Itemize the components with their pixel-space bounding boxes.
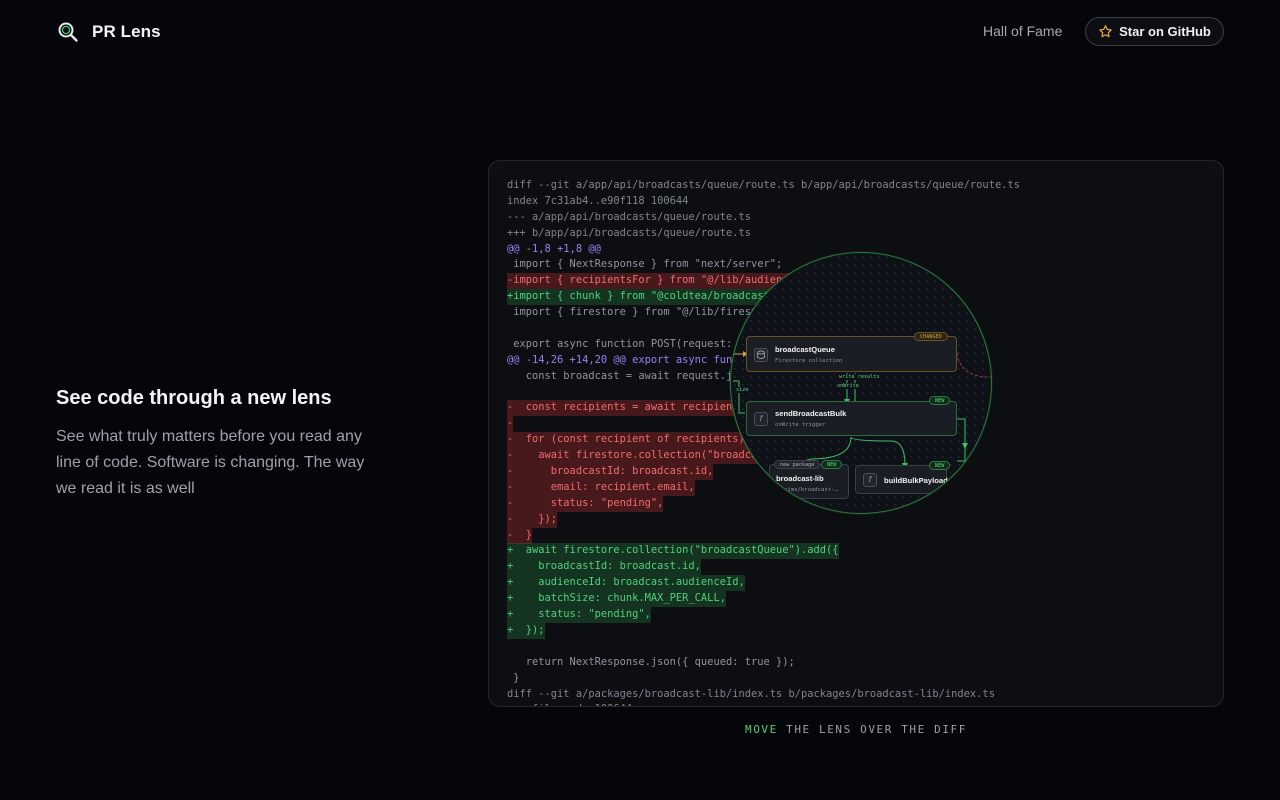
diff-line-del: - }); bbox=[507, 511, 1020, 528]
edge-label-on-write: onWrite bbox=[835, 383, 861, 389]
diff-line-text: + broadcastId: broadcast.id, bbox=[507, 559, 701, 576]
magnifier-icon bbox=[58, 22, 78, 42]
diff-line-text: diff --git a/app/api/broadcasts/queue/ro… bbox=[507, 179, 1020, 191]
diff-line-text: +++ b/app/api/broadcasts/queue/route.ts bbox=[507, 226, 751, 239]
hint-text: THE LENS OVER THE DIFF bbox=[777, 723, 967, 736]
diff-line-text: new file mode 100644 bbox=[507, 702, 632, 706]
brand-name: PR Lens bbox=[92, 22, 161, 41]
diff-line-meta: diff --git a/packages/broadcast-lib/inde… bbox=[507, 687, 1020, 703]
new-badge: NEW bbox=[929, 461, 951, 470]
nav-link-hall-of-fame[interactable]: Hall of Fame bbox=[983, 23, 1062, 39]
changed-badge: CHANGED bbox=[914, 332, 948, 341]
diff-line-ctx bbox=[507, 639, 1020, 655]
diff-line-text: diff --git a/packages/broadcast-lib/inde… bbox=[507, 687, 995, 700]
diff-line-meta: diff --git a/app/api/broadcasts/queue/ro… bbox=[507, 178, 1020, 194]
diff-line-ctx: return NextResponse.json({ queued: true … bbox=[507, 655, 1020, 671]
function-icon: f bbox=[863, 473, 877, 487]
node-subtitle: Firestore collection bbox=[775, 358, 843, 364]
diff-line-add: + await firestore.collection("broadcastQ… bbox=[507, 543, 1020, 560]
diff-line-meta: index 7c31ab4..e90f118 100644 bbox=[507, 194, 1020, 210]
node-title: broadcast-lib bbox=[776, 474, 824, 483]
github-button-label: Star on GitHub bbox=[1119, 24, 1211, 39]
diff-line-ctx: } bbox=[507, 671, 1020, 687]
diff-line-text: + batchSize: chunk.MAX_PER_CALL, bbox=[507, 591, 726, 608]
diff-line-add: + broadcastId: broadcast.id, bbox=[507, 559, 1020, 576]
diff-line-text: - status: "pending", bbox=[507, 495, 664, 512]
diff-line-text: - } bbox=[507, 527, 533, 544]
hint-accent: MOVE bbox=[744, 723, 778, 736]
diff-line-text: - email: recipient.email, bbox=[507, 479, 695, 496]
node-title: buildBulkPayload bbox=[884, 476, 948, 485]
diff-line-meta: --- a/app/api/broadcasts/queue/route.ts bbox=[507, 210, 1020, 226]
edge-label-write-results: write results bbox=[837, 374, 882, 380]
new-badge: NEW bbox=[929, 396, 951, 405]
hero-description: See what truly matters before you read a… bbox=[56, 428, 365, 497]
diff-line-meta: new file mode 100644 bbox=[507, 702, 1020, 706]
lens[interactable]: broadcastQueue Firestore collection CHAN… bbox=[730, 252, 992, 514]
diff-line-text: + await firestore.collection("broadcastQ… bbox=[507, 543, 839, 560]
diff-line-text: - bbox=[507, 416, 514, 433]
node-title: broadcastQueue bbox=[775, 345, 835, 354]
diff-viewer[interactable]: diff --git a/app/api/broadcasts/queue/ro… bbox=[488, 160, 1224, 707]
new-badge: NEW bbox=[821, 460, 843, 469]
lens-hint: MOVE THE LENS OVER THE DIFF bbox=[488, 723, 1224, 736]
node-broadcast-queue[interactable]: broadcastQueue Firestore collection bbox=[746, 336, 957, 372]
diff-line-text: return NextResponse.json({ queued: true … bbox=[507, 655, 795, 668]
hero-title: See code through a new lens bbox=[56, 387, 332, 409]
diff-line-add: + }); bbox=[507, 622, 1020, 639]
brand[interactable]: PR Lens bbox=[56, 20, 161, 44]
diff-line-text: } bbox=[507, 671, 520, 684]
diff-line-add: + audienceId: broadcast.audienceId, bbox=[507, 575, 1020, 592]
diff-line-meta: +++ b/app/api/broadcasts/queue/route.ts bbox=[507, 226, 1020, 242]
diff-line-add: + status: "pending", bbox=[507, 607, 1020, 623]
diff-line-text: - for (const recipient of recipients) { bbox=[507, 432, 758, 449]
diff-line-text: --- a/app/api/broadcasts/queue/route.ts bbox=[507, 210, 751, 223]
diff-line-text: - broadcastId: broadcast.id, bbox=[507, 464, 714, 480]
node-title: sendBroadcastBulk bbox=[775, 409, 847, 418]
database-icon bbox=[754, 348, 768, 362]
star-icon bbox=[1099, 25, 1112, 38]
node-subtitle: <ims/broadcast-… bbox=[784, 487, 838, 493]
diff-line-text: + status: "pending", bbox=[507, 607, 651, 623]
package-badge: new package bbox=[774, 460, 821, 469]
diff-line-del: - } bbox=[507, 527, 1020, 544]
diff-line-text: + audienceId: broadcast.audienceId, bbox=[507, 575, 745, 592]
node-subtitle: onWrite trigger bbox=[775, 422, 826, 428]
diff-line-text: index 7c31ab4..e90f118 100644 bbox=[507, 194, 689, 207]
node-broadcast-lib[interactable]: broadcast-lib <ims/broadcast-… bbox=[769, 464, 849, 499]
star-on-github-button[interactable]: Star on GitHub bbox=[1085, 17, 1224, 46]
diff-line-add: + batchSize: chunk.MAX_PER_CALL, bbox=[507, 591, 1020, 608]
diff-line-text: + }); bbox=[507, 622, 545, 639]
function-icon: f bbox=[754, 412, 768, 426]
diff-line-text: @@ -1,8 +1,8 @@ bbox=[507, 242, 601, 255]
top-bar: PR Lens Hall of Fame Star on GitHub bbox=[0, 0, 1280, 64]
diff-line-text: - }); bbox=[507, 511, 558, 528]
node-send-broadcast-bulk[interactable]: f sendBroadcastBulk onWrite trigger bbox=[746, 401, 957, 436]
edge-label-size: size bbox=[734, 387, 751, 393]
